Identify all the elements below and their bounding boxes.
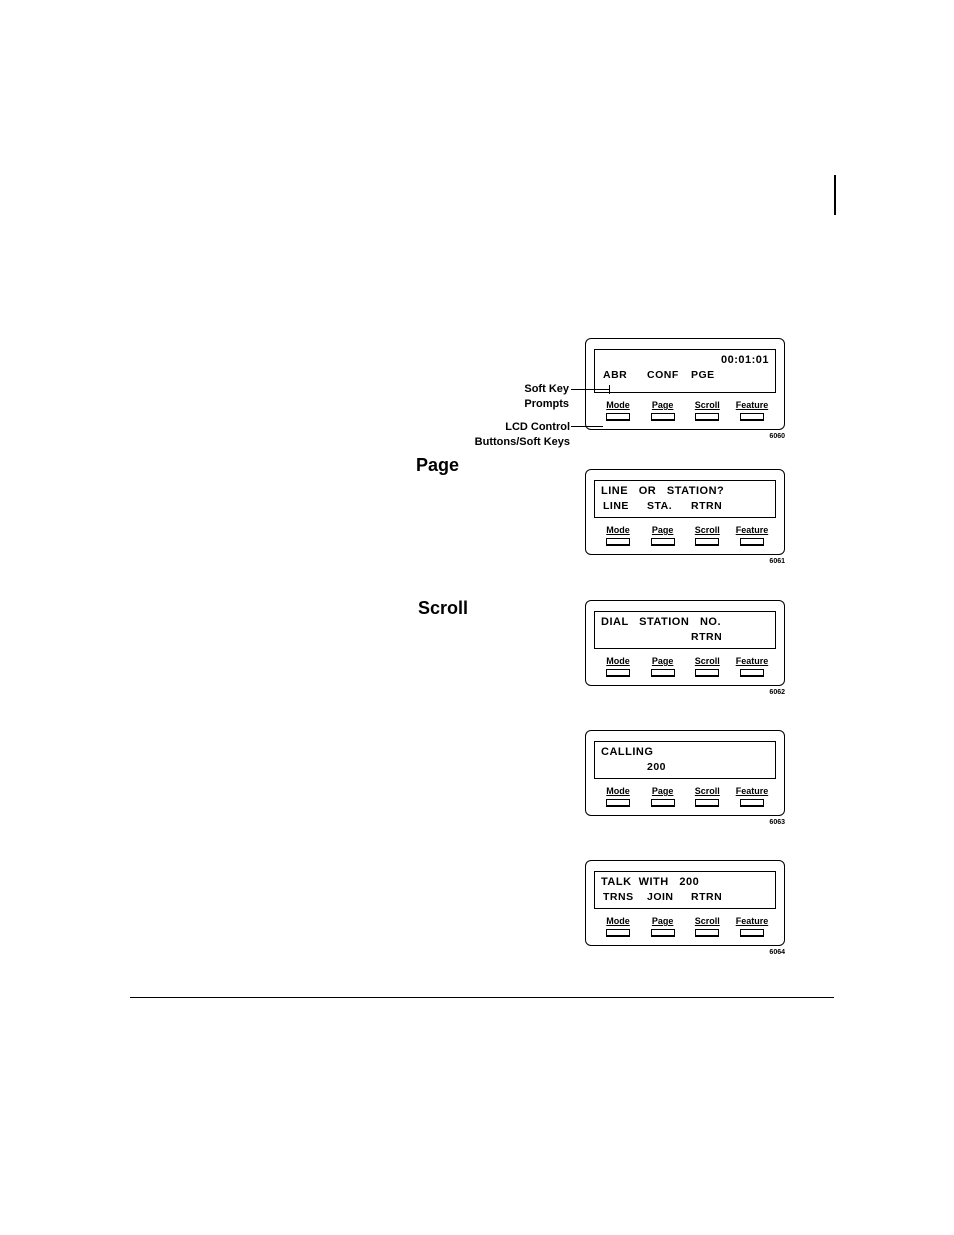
lcd-line1-left: CALLING — [601, 745, 653, 760]
figure-id: 6062 — [769, 689, 785, 696]
soft-key-label: Scroll — [695, 400, 720, 410]
softkey-prompt — [735, 368, 769, 383]
softkey-prompt: TRNS — [603, 890, 637, 905]
soft-key-label: Mode — [606, 916, 630, 926]
soft-key-button-row: Mode Page Scroll Feature — [594, 400, 776, 421]
soft-key-label: Page — [652, 525, 674, 535]
lcd-line1-left: LINE OR STATION? — [601, 484, 724, 499]
soft-key-label: Mode — [606, 525, 630, 535]
section-heading-scroll: Scroll — [418, 598, 468, 619]
soft-key-button[interactable] — [651, 538, 675, 546]
soft-key-button[interactable] — [651, 799, 675, 807]
soft-key-button[interactable] — [695, 413, 719, 421]
lcd-panel: 00:01:01ABRCONFPGEModePageScrollFeature6… — [585, 338, 785, 430]
lcd-panel: CALLING200ModePageScrollFeature6063 — [585, 730, 785, 816]
soft-key-label: Page — [652, 400, 674, 410]
soft-key-button[interactable] — [651, 929, 675, 937]
soft-key-label: Page — [652, 656, 674, 666]
soft-key-button-row: Mode Page Scroll Feature — [594, 525, 776, 546]
soft-key-label: Scroll — [695, 786, 720, 796]
soft-key-label: Feature — [736, 400, 769, 410]
soft-key-button[interactable] — [740, 538, 764, 546]
soft-key-button[interactable] — [740, 929, 764, 937]
lcd-line1-right: 00:01:01 — [721, 353, 769, 368]
figure-id: 6060 — [769, 433, 785, 440]
soft-key-button[interactable] — [651, 669, 675, 677]
softkey-prompt — [603, 630, 637, 645]
lcd-panel: DIAL STATION NO.RTRN Mode Page Scroll Featur… — [585, 600, 785, 686]
soft-key-label: Mode — [606, 400, 630, 410]
soft-key-button[interactable] — [695, 669, 719, 677]
soft-key-label: Scroll — [695, 916, 720, 926]
softkey-prompt — [735, 890, 769, 905]
lcd-screen: TALK WITH 200TRNS JOIN RTRN — [594, 871, 776, 909]
figure-id: 6061 — [769, 558, 785, 565]
margin-indicator — [834, 175, 836, 215]
figure-id: 6063 — [769, 819, 785, 826]
softkey-prompt: ABR — [603, 368, 637, 383]
lcd-screen: 00:01:01 ABR CONF PGE — [594, 349, 776, 393]
softkey-prompt: LINE — [603, 499, 637, 514]
softkey-prompt: PGE — [691, 368, 725, 383]
figure-id: 6064 — [769, 949, 785, 956]
soft-key-button[interactable] — [695, 538, 719, 546]
softkey-prompt: RTRN — [691, 499, 725, 514]
soft-key-label: Mode — [606, 656, 630, 666]
soft-key-label: Scroll — [695, 656, 720, 666]
soft-key-button-row: Mode Page Scroll Feature — [594, 656, 776, 677]
soft-key-label: Feature — [736, 525, 769, 535]
lcd-line1-left: TALK WITH 200 — [601, 875, 699, 890]
soft-key-button[interactable] — [606, 538, 630, 546]
lcd-panel: TALK WITH 200TRNS JOIN RTRN Mode Page Scroll F… — [585, 860, 785, 946]
softkey-prompt: RTRN — [691, 890, 725, 905]
soft-key-button[interactable] — [740, 413, 764, 421]
soft-key-button[interactable] — [606, 669, 630, 677]
soft-key-label: Scroll — [695, 525, 720, 535]
lcd-line1-left: DIAL STATION NO. — [601, 615, 721, 630]
soft-key-label: Mode — [606, 786, 630, 796]
soft-key-button-row: Mode Page Scroll Feature — [594, 786, 776, 807]
softkey-prompt: 200 — [647, 760, 681, 775]
soft-key-label: Feature — [736, 786, 769, 796]
soft-key-button[interactable] — [740, 669, 764, 677]
section-heading-page: Page — [416, 455, 459, 476]
soft-key-button[interactable] — [695, 929, 719, 937]
softkey-prompt — [735, 630, 769, 645]
soft-key-button[interactable] — [606, 799, 630, 807]
soft-key-button[interactable] — [651, 413, 675, 421]
soft-key-button[interactable] — [606, 929, 630, 937]
soft-key-button[interactable] — [740, 799, 764, 807]
softkey-prompt — [735, 499, 769, 514]
lcd-screen: LINE OR STATION?LINE STA. RTRN — [594, 480, 776, 518]
softkey-prompt: CONF — [647, 368, 681, 383]
softkey-prompt — [691, 760, 725, 775]
annotation-lcd-control: LCD ControlButtons/Soft Keys — [452, 420, 570, 450]
softkey-prompt — [603, 760, 637, 775]
soft-key-label: Feature — [736, 916, 769, 926]
softkey-prompt: STA. — [647, 499, 681, 514]
soft-key-button[interactable] — [695, 799, 719, 807]
soft-key-button[interactable] — [606, 413, 630, 421]
soft-key-label: Page — [652, 786, 674, 796]
lcd-screen: CALLING200 — [594, 741, 776, 779]
annotation-softkey-prompts: Soft KeyPrompts — [474, 382, 569, 412]
softkey-prompt — [647, 630, 681, 645]
lcd-panel: LINE OR STATION?LINE STA. RTRN Mode Page Scro… — [585, 469, 785, 555]
softkey-prompt: RTRN — [691, 630, 725, 645]
soft-key-button-row: Mode Page Scroll Feature — [594, 916, 776, 937]
horizontal-rule — [130, 997, 834, 998]
soft-key-label: Feature — [736, 656, 769, 666]
soft-key-label: Page — [652, 916, 674, 926]
softkey-prompt — [735, 760, 769, 775]
lcd-screen: DIAL STATION NO.RTRN — [594, 611, 776, 649]
softkey-prompt: JOIN — [647, 890, 681, 905]
